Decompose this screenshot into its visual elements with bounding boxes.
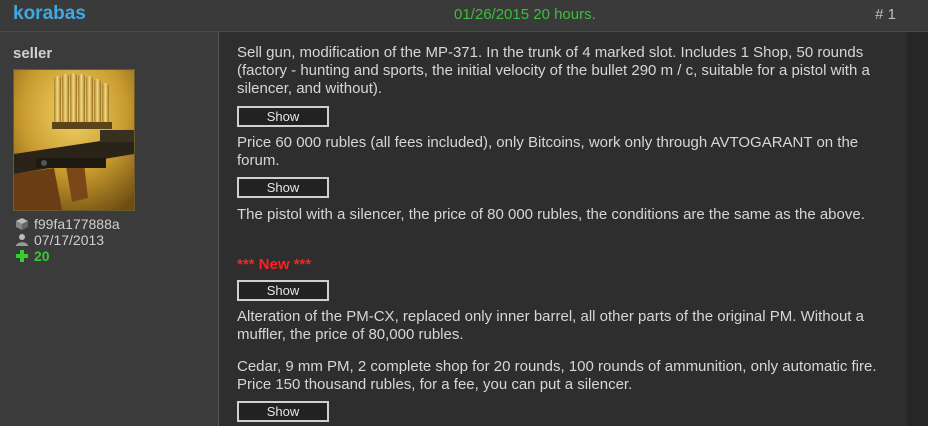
post-paragraph-3: The pistol with a silencer, the price of… <box>237 206 865 223</box>
join-date: 07/17/2013 <box>34 232 105 248</box>
cube-icon <box>16 218 28 230</box>
post-number[interactable]: # 1 <box>875 6 896 23</box>
post-content: Sell gun, modification of the MP-371. In… <box>219 32 907 426</box>
plus-icon <box>16 250 28 262</box>
new-tag: *** New *** <box>237 256 312 273</box>
user-sidebar: seller f99fa177888a 07/17/2013 20 <box>0 32 219 426</box>
reputation-row: 20 <box>15 248 50 264</box>
reputation-count: 20 <box>34 248 50 264</box>
post-date: 01/26/2015 20 hours. <box>454 6 596 23</box>
show-spoiler-button-4[interactable]: Show <box>237 401 329 422</box>
user-icon <box>16 234 28 246</box>
user-id-row: f99fa177888a <box>15 216 120 232</box>
post-paragraph-2: Price 60 000 rubles (all fees included),… <box>237 134 859 169</box>
post-paragraph-1: Sell gun, modification of the MP-371. In… <box>237 44 870 97</box>
show-spoiler-button-2[interactable]: Show <box>237 177 329 198</box>
show-spoiler-button-3[interactable]: Show <box>237 280 329 301</box>
post-header: korabas 01/26/2015 20 hours. # 1 <box>0 0 928 32</box>
show-spoiler-button-1[interactable]: Show <box>237 106 329 127</box>
user-role: seller <box>13 45 53 62</box>
post-paragraph-4: Alteration of the PM-CX, replaced only i… <box>237 308 864 343</box>
join-date-row: 07/17/2013 <box>15 232 104 248</box>
author-username-link[interactable]: korabas <box>13 3 86 25</box>
post-paragraph-5: Cedar, 9 mm PM, 2 complete shop for 20 r… <box>237 358 877 393</box>
avatar[interactable] <box>13 69 135 211</box>
avatar-image <box>14 70 134 210</box>
user-id: f99fa177888a <box>34 216 120 232</box>
right-edge-strip <box>907 32 928 426</box>
